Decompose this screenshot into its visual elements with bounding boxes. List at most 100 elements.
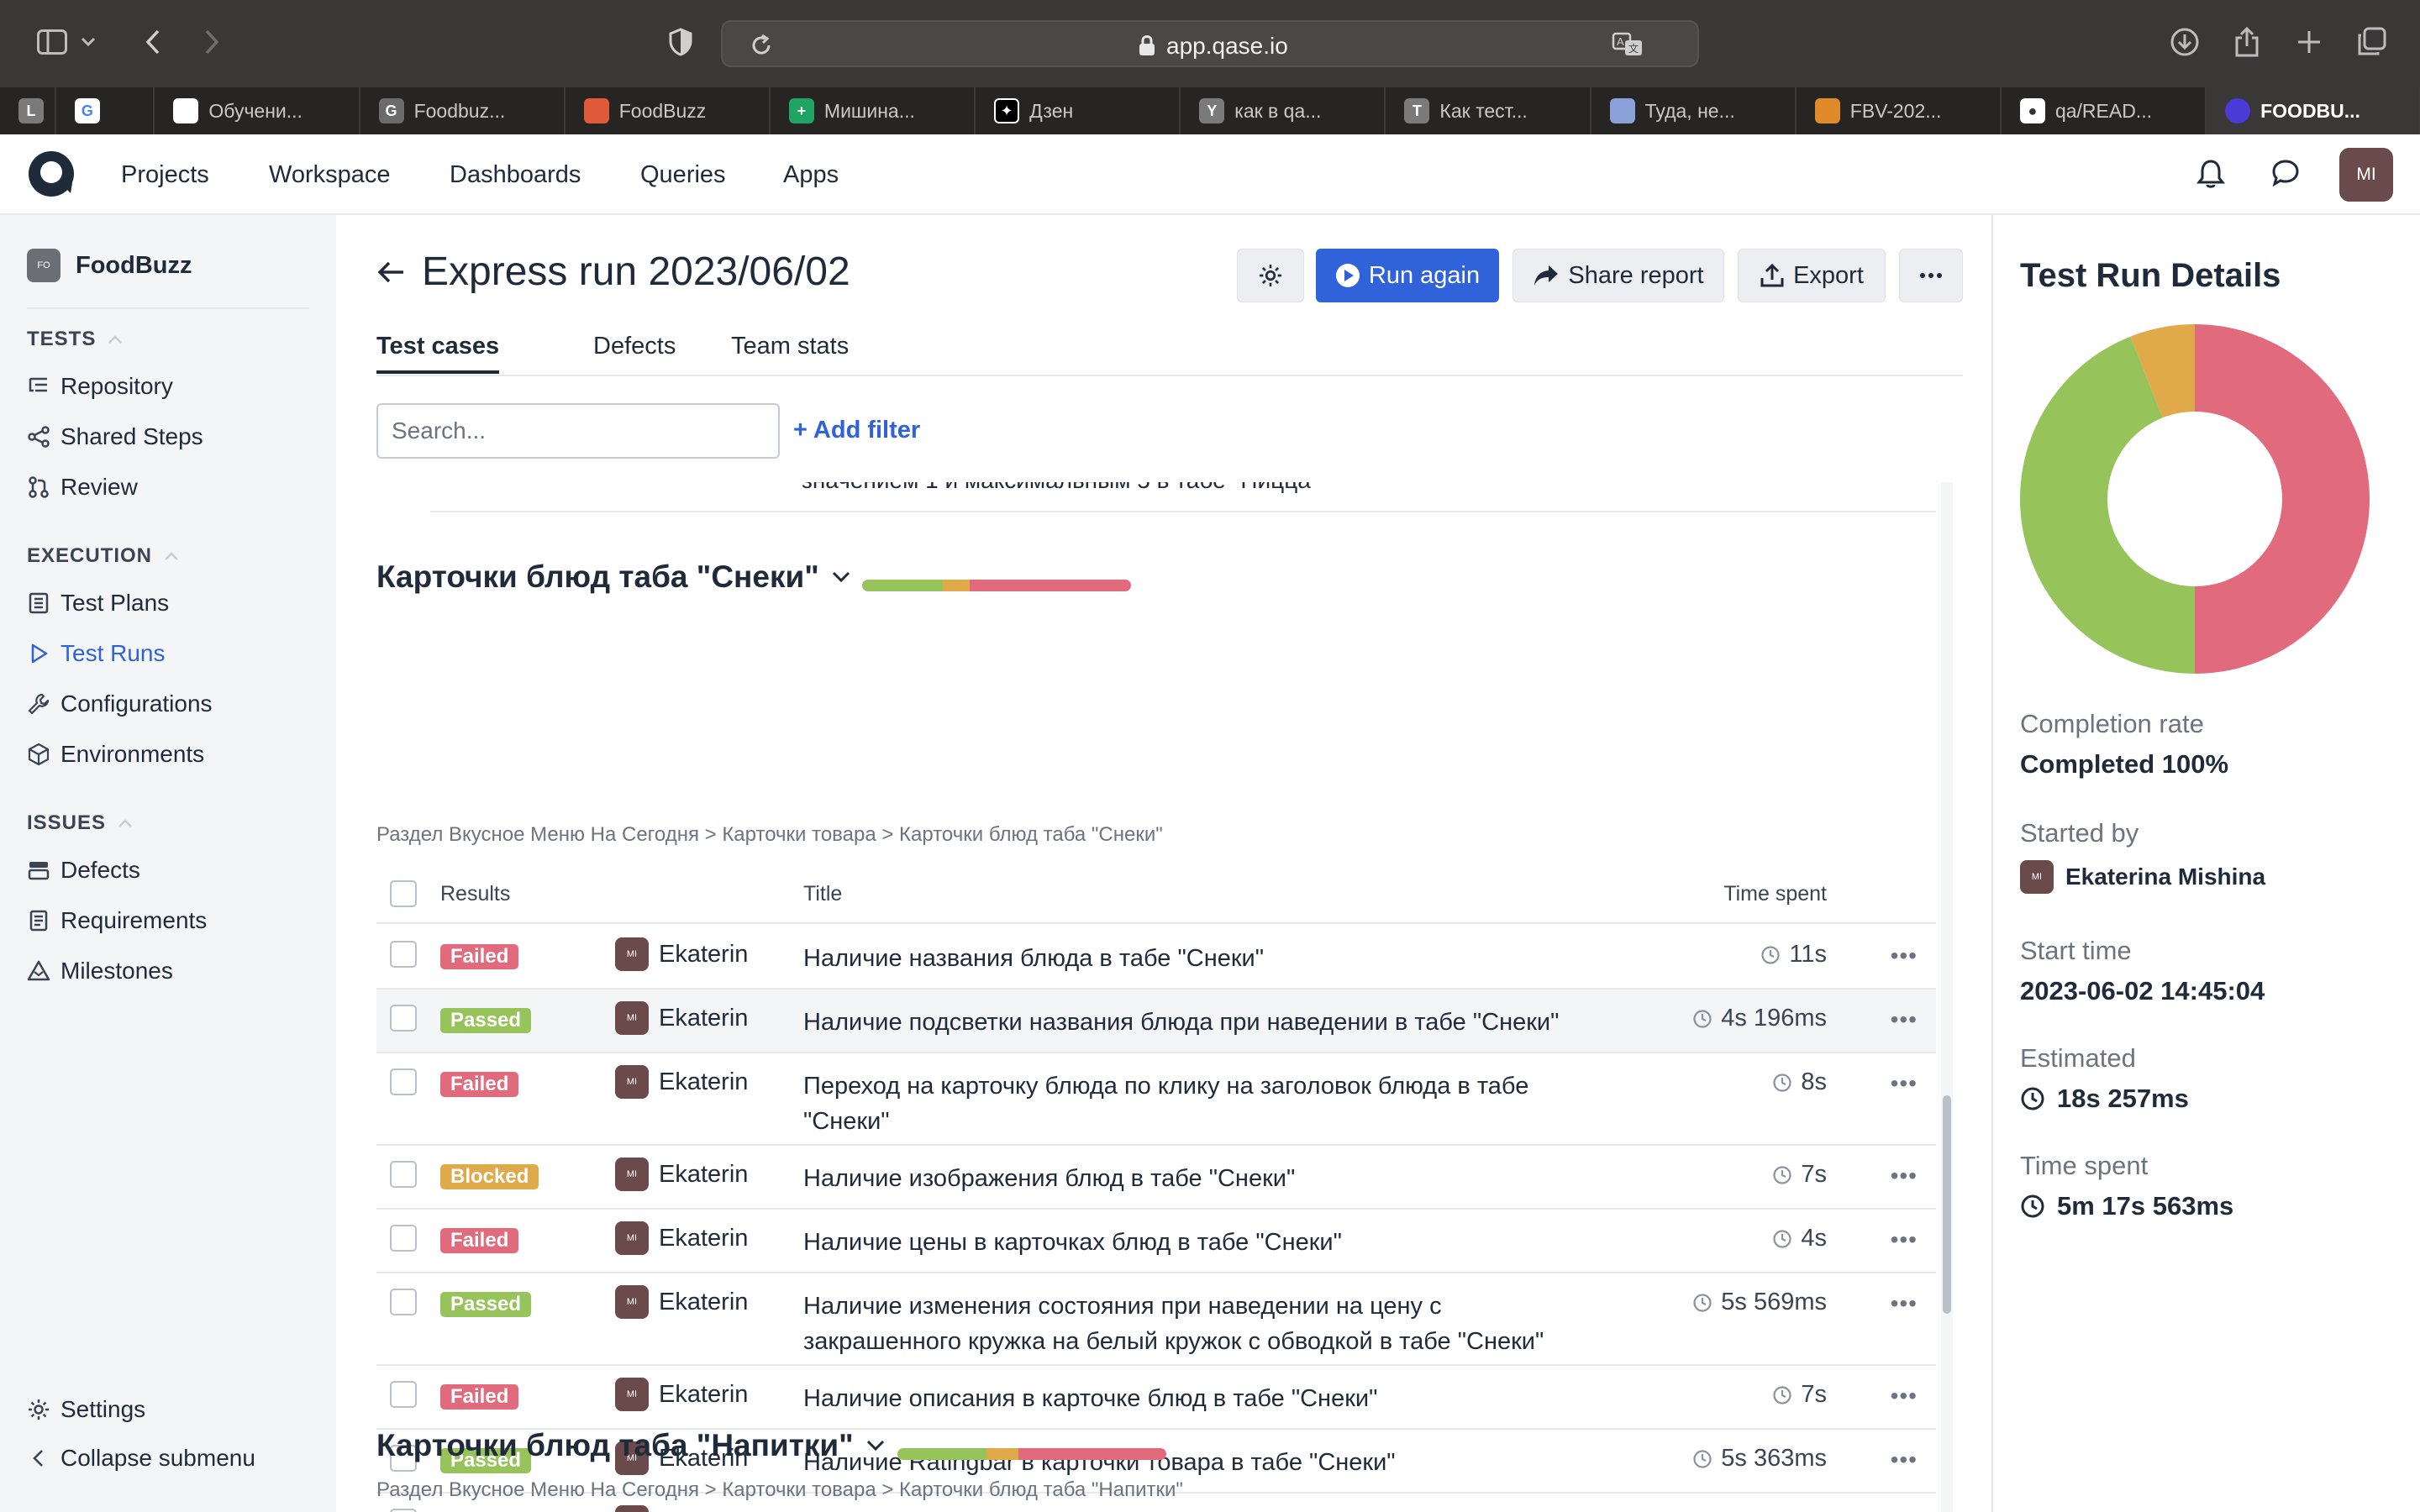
row-checkbox[interactable] <box>390 1005 417 1032</box>
more-actions-button[interactable] <box>1899 249 1963 302</box>
row-menu-button[interactable]: ••• <box>1891 1446 1918 1473</box>
nav-apps[interactable]: Apps <box>783 161 839 189</box>
suite-header[interactable]: Карточки блюд таба "Напитки" <box>376 1428 886 1463</box>
nav-projects[interactable]: Projects <box>121 161 209 189</box>
browser-tab[interactable]: + Мишина... <box>771 87 976 134</box>
browser-tab[interactable]: ✦ Дзен <box>976 87 1181 134</box>
scrollbar-thumb[interactable] <box>1943 1095 1951 1314</box>
case-title[interactable]: Наличие названия блюда в табе "Снеки" <box>803 941 1576 976</box>
nav-dashboards[interactable]: Dashboards <box>450 161 581 189</box>
reload-icon[interactable] <box>750 33 773 58</box>
row-checkbox[interactable] <box>390 941 417 968</box>
browser-tab[interactable]: G <box>56 87 155 134</box>
case-title[interactable]: Переход на карточку блюда по клику на за… <box>803 1068 1576 1139</box>
arrow-left-icon[interactable] <box>376 260 405 285</box>
table-row[interactable]: Failed MI Ekaterina Mishina Наличие названи… <box>376 926 1936 990</box>
add-filter-link[interactable]: + Add filter <box>793 417 920 444</box>
row-menu-button[interactable]: ••• <box>1891 1226 1918 1253</box>
address-bar[interactable]: app.qase.io A文 <box>721 20 1699 67</box>
table-row[interactable]: Failed MI Ekaterina Mishina Наличие цены в … <box>376 1210 1936 1273</box>
sidebar-item-settings[interactable]: Settings <box>27 1396 145 1423</box>
browser-tab[interactable]: FOODBU... <box>2207 87 2420 134</box>
row-checkbox[interactable] <box>390 1068 417 1095</box>
browser-tab[interactable]: Туда, не... <box>1591 87 1797 134</box>
run-again-button[interactable]: Run again <box>1316 249 1499 302</box>
browser-tab[interactable]: Yкак в qa... <box>1181 87 1386 134</box>
sidebar-item-requirements[interactable]: Requirements <box>27 907 207 934</box>
sidebar-item-environments[interactable]: Environments <box>27 741 204 768</box>
select-all-checkbox[interactable] <box>390 880 417 907</box>
qase-logo-icon[interactable] <box>27 150 76 198</box>
sidebar-item-shared-steps[interactable]: Shared Steps <box>27 423 203 450</box>
browser-tab[interactable]: Обучени... <box>155 87 360 134</box>
project-selector[interactable]: FO FoodBuzz <box>27 249 192 282</box>
case-title[interactable]: Наличие цены в карточках блюд в табе "Сн… <box>803 1225 1576 1260</box>
table-row[interactable]: Passed MI Ekaterina Mishina Наличие изменен… <box>376 1273 1936 1366</box>
chevron-down-icon[interactable] <box>76 20 101 64</box>
forward-icon[interactable] <box>190 20 234 64</box>
nav-workspace[interactable]: Workspace <box>269 161 391 189</box>
sidebar-item-milestones[interactable]: Milestones <box>27 958 173 984</box>
sidebar-item-repository[interactable]: Repository <box>27 373 173 400</box>
row-menu-button[interactable]: ••• <box>1891 1070 1918 1097</box>
collapse-submenu-button[interactable]: Collapse submenu <box>27 1445 255 1472</box>
table-row[interactable]: Blocked MI Ekaterina Mishina Наличие изобра… <box>376 1146 1936 1210</box>
nav-queries[interactable]: Queries <box>640 161 726 189</box>
row-menu-button[interactable]: ••• <box>1891 942 1918 969</box>
row-checkbox[interactable] <box>390 1161 417 1188</box>
browser-tab[interactable]: G Foodbuz... <box>360 87 566 134</box>
bell-icon[interactable] <box>2196 158 2225 190</box>
browser-tab[interactable]: FBV-202... <box>1797 87 2002 134</box>
download-icon[interactable] <box>2163 20 2207 64</box>
row-checkbox[interactable] <box>390 1381 417 1408</box>
case-title[interactable]: Наличие описания в карточке блюд в табе … <box>803 1381 1576 1416</box>
sidebar-item-test-plans[interactable]: Test Plans <box>27 590 169 617</box>
browser-tab[interactable]: FoodBuzz <box>566 87 771 134</box>
sheets-icon: + <box>788 98 814 123</box>
scrollbar[interactable] <box>1941 482 1953 1512</box>
row-checkbox[interactable] <box>390 1289 417 1315</box>
case-title[interactable]: Наличие подсветки названия блюда при нав… <box>803 1005 1576 1040</box>
test-cases-list[interactable]: значением 1 и максимальным 5 в табе "Пиц… <box>336 482 1991 1512</box>
table-row[interactable]: Failed MI Ekaterina Mishina Переход на карт… <box>376 1053 1936 1146</box>
settings-button[interactable] <box>1237 249 1304 302</box>
browser-tab[interactable]: L <box>0 87 56 134</box>
row-menu-button[interactable]: ••• <box>1891 1290 1918 1317</box>
search-input[interactable]: Search... <box>376 403 780 459</box>
translate-icon[interactable]: A文 <box>1612 32 1645 57</box>
share-icon[interactable] <box>2225 20 2269 64</box>
section-issues-header[interactable]: ISSUES <box>27 811 133 835</box>
sidebar-item-defects[interactable]: Defects <box>27 857 140 884</box>
row-menu-button[interactable]: ••• <box>1891 1006 1918 1033</box>
tab-test-cases[interactable]: Test cases <box>376 333 500 374</box>
section-tests-header[interactable]: TESTS <box>27 328 123 351</box>
sidebar-item-configurations[interactable]: Configurations <box>27 690 213 717</box>
new-tab-icon[interactable] <box>2287 20 2331 64</box>
row-checkbox[interactable] <box>390 1509 417 1512</box>
case-title[interactable]: Наличие изображения блюд в табе "Снеки" <box>803 1161 1576 1196</box>
case-title[interactable]: Наличие изменения состояния при наведени… <box>803 1289 1576 1359</box>
browser-tab[interactable]: ● qa/READ... <box>2002 87 2207 134</box>
shield-icon[interactable] <box>659 20 702 64</box>
chat-icon[interactable] <box>2270 158 2301 188</box>
section-execution-header[interactable]: EXECUTION <box>27 544 179 568</box>
tab-overview-icon[interactable] <box>2349 20 2393 64</box>
table-row[interactable]: Failed MI Ekaterina Mishina Наличие описани… <box>376 1366 1936 1430</box>
row-menu-button[interactable]: ••• <box>1891 1383 1918 1410</box>
browser-tab[interactable]: T Как тест... <box>1386 87 1591 134</box>
clock-icon <box>1773 1229 1791 1248</box>
case-title[interactable]: Наличие возможности поставить оценку блю… <box>803 1509 1576 1512</box>
sidebar-item-test-runs[interactable]: Test Runs <box>27 640 166 667</box>
sidebar-item-review[interactable]: Review <box>27 474 138 501</box>
tab-team-stats[interactable]: Team stats <box>731 333 849 370</box>
sidebar-toggle-icon[interactable] <box>30 20 74 64</box>
tab-defects[interactable]: Defects <box>593 333 676 370</box>
row-checkbox[interactable] <box>390 1225 417 1252</box>
share-report-button[interactable]: Share report <box>1512 249 1724 302</box>
suite-header[interactable]: Карточки блюд таба "Снеки" <box>376 559 851 595</box>
back-icon[interactable] <box>131 20 175 64</box>
row-menu-button[interactable]: ••• <box>1891 1163 1918 1189</box>
table-row[interactable]: Passed MI Ekaterina Mishina Наличие подсвет… <box>376 990 1936 1053</box>
export-button[interactable]: Export <box>1738 249 1886 302</box>
user-avatar[interactable]: MI <box>2339 148 2393 202</box>
